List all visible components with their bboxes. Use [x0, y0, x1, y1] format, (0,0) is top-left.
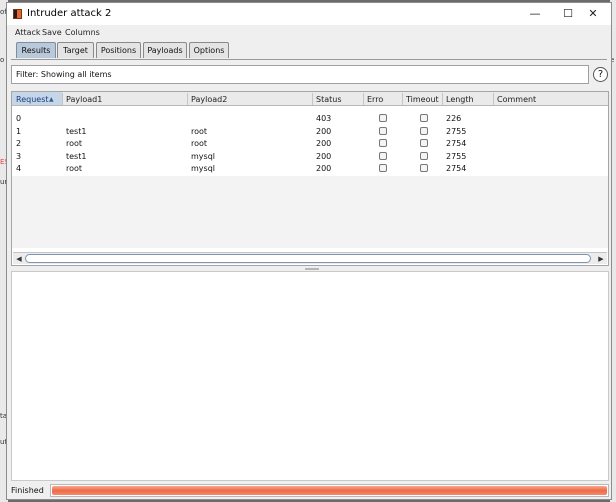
maximize-button[interactable]: ☐ [554, 6, 582, 22]
table-header: Request ▲ Payload1 Payload2 Status Error… [12, 92, 608, 106]
tab-payloads[interactable]: Payloads [143, 42, 187, 58]
menu-bar: Attack Save Columns [7, 25, 611, 41]
cell-request: 1 [16, 126, 22, 136]
column-separator [442, 93, 443, 105]
cell-length: 2755 [446, 126, 467, 136]
column-header-error[interactable]: Error [367, 95, 384, 104]
table-row[interactable]: 1 test1 root 200 2755 [12, 125, 608, 137]
error-checkbox[interactable] [379, 164, 387, 172]
window-title: Intruder attack 2 [27, 8, 112, 19]
table-empty-area [12, 176, 608, 248]
cell-length: 226 [446, 114, 462, 123]
request-response-pane [11, 271, 609, 481]
scroll-right-icon[interactable]: ▶ [596, 254, 606, 264]
column-separator [402, 93, 403, 105]
error-checkbox[interactable] [379, 114, 387, 122]
title-bar[interactable]: Intruder attack 2 — ☐ ✕ [7, 3, 611, 25]
help-icon[interactable]: ? [593, 67, 608, 82]
cell-payload1: root [66, 164, 83, 173]
timeout-checkbox[interactable] [420, 164, 428, 172]
tab-options[interactable]: Options [189, 42, 229, 58]
cell-payload2: mysql [191, 164, 215, 173]
cell-request: 2 [16, 139, 22, 148]
column-separator [493, 93, 494, 105]
column-header-length[interactable]: Length [446, 95, 474, 104]
minimize-button[interactable]: — [521, 6, 549, 22]
sort-ascending-icon: ▲ [49, 96, 54, 103]
cell-status: 200 [316, 126, 332, 136]
table-row[interactable]: 3 test1 mysql 200 2755 [12, 150, 608, 162]
cell-length: 2754 [446, 164, 467, 173]
filter-text: Filter: Showing all items [16, 70, 112, 79]
column-header-timeout[interactable]: Timeout [406, 95, 439, 104]
menu-columns[interactable]: Columns [65, 28, 100, 37]
burp-app-icon [13, 9, 22, 19]
tab-positions[interactable]: Positions [96, 42, 141, 58]
error-checkbox[interactable] [379, 151, 387, 160]
cell-length: 2755 [446, 151, 467, 161]
filter-bar[interactable]: Filter: Showing all items [11, 65, 589, 84]
tab-results[interactable]: Results [16, 42, 56, 58]
cell-request: 4 [16, 164, 22, 173]
timeout-checkbox[interactable] [420, 139, 428, 147]
table-row[interactable]: 4 root mysql 200 2754 [12, 162, 608, 174]
column-header-request[interactable]: Request [16, 95, 49, 104]
close-button[interactable]: ✕ [579, 6, 607, 22]
status-label: Finished [11, 486, 44, 495]
cell-payload1: test1 [66, 151, 87, 161]
horizontal-scrollbar[interactable]: ◀ ▶ [13, 252, 607, 264]
menu-attack[interactable]: Attack [15, 28, 41, 37]
timeout-checkbox[interactable] [420, 126, 428, 135]
cell-status: 200 [316, 151, 332, 161]
tab-divider [11, 59, 607, 60]
cell-payload1: test1 [66, 126, 87, 136]
splitter-grip-icon[interactable] [305, 268, 319, 270]
cell-length: 2754 [446, 139, 467, 148]
tab-target[interactable]: Target [57, 42, 94, 58]
progress-bar [50, 484, 609, 497]
column-header-comment[interactable]: Comment [497, 95, 536, 104]
column-header-payload1[interactable]: Payload1 [66, 95, 102, 104]
progress-bar-fill [52, 486, 607, 495]
results-table: Request ▲ Payload1 Payload2 Status Error… [11, 91, 609, 266]
column-separator [62, 93, 63, 105]
cell-payload2: root [191, 139, 208, 148]
scrollbar-thumb[interactable] [25, 254, 591, 263]
background-fragment: o [0, 56, 5, 64]
column-separator [363, 93, 364, 105]
error-checkbox[interactable] [379, 139, 387, 147]
timeout-checkbox[interactable] [420, 151, 428, 160]
table-row[interactable]: 0 403 226 [12, 112, 608, 124]
cell-status: 200 [316, 139, 332, 148]
column-header-status[interactable]: Status [316, 95, 342, 104]
error-checkbox[interactable] [379, 126, 387, 135]
timeout-checkbox[interactable] [420, 114, 428, 122]
scroll-left-icon[interactable]: ◀ [14, 254, 24, 264]
cell-request: 0 [16, 114, 22, 123]
intruder-attack-window: Intruder attack 2 — ☐ ✕ Attack Save Colu… [6, 2, 612, 500]
column-separator [312, 93, 313, 105]
cell-status: 200 [316, 164, 332, 173]
cell-request: 3 [16, 151, 22, 161]
cell-status: 403 [316, 114, 332, 123]
table-row[interactable]: 2 root root 200 2754 [12, 137, 608, 149]
column-header-payload2[interactable]: Payload2 [191, 95, 227, 104]
cell-payload2: mysql [191, 151, 215, 161]
menu-save[interactable]: Save [42, 28, 62, 37]
cell-payload1: root [66, 139, 83, 148]
cell-payload2: root [191, 126, 208, 136]
column-separator [187, 93, 188, 105]
